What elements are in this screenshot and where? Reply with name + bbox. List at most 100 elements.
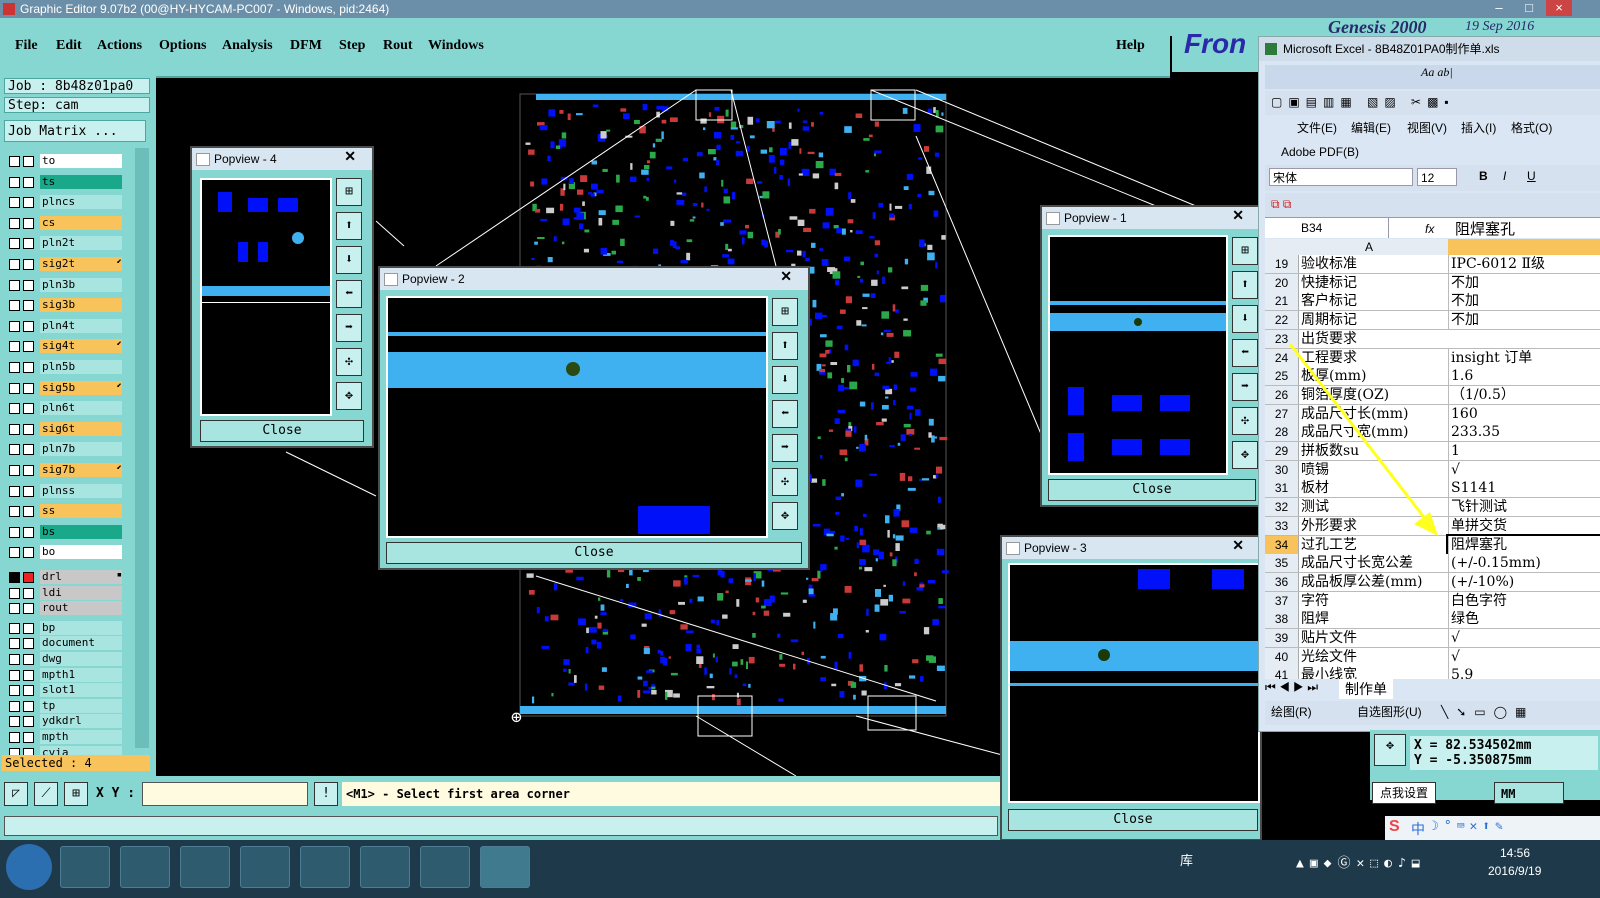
settings-tooltip[interactable]: 点我设置 <box>1372 782 1436 804</box>
pan-down-icon[interactable]: ⬇ <box>336 246 362 274</box>
layer-checkbox[interactable] <box>9 485 20 497</box>
layer-board-checkbox[interactable] <box>23 669 34 681</box>
layer-board-checkbox[interactable] <box>23 587 34 599</box>
layer-row-cs[interactable]: cs <box>7 215 123 230</box>
layer-row-pln6t[interactable]: pln6t <box>7 401 123 416</box>
layer-name[interactable]: sig4t <box>40 339 122 354</box>
popview-2-close-button[interactable]: Close <box>386 542 802 564</box>
row-number[interactable]: 37 <box>1265 591 1299 610</box>
fit-icon[interactable]: ✥ <box>772 502 798 530</box>
cell-b[interactable]: √ <box>1448 647 1600 666</box>
layer-checkbox[interactable] <box>9 320 20 332</box>
layer-row-sig2t[interactable]: sig2t ⬋ <box>7 257 123 271</box>
ime-tool-icons[interactable]: ☽°⌨✕⬆✎ <box>1431 819 1508 834</box>
menu-options[interactable]: Options <box>159 38 206 54</box>
popview-2-close-icon[interactable]: ✕ <box>780 268 792 285</box>
layer-row-slot1[interactable]: slot1 <box>7 683 123 698</box>
layer-name[interactable]: mpth <box>40 730 122 744</box>
layer-row-to[interactable]: to <box>7 154 123 168</box>
layer-row-pln3b[interactable]: pln3b <box>7 277 123 292</box>
layer-checkbox[interactable] <box>9 423 20 435</box>
zoom-in-icon[interactable]: ⊞ <box>772 298 798 326</box>
layer-board-checkbox[interactable] <box>23 279 34 291</box>
pan-up-icon[interactable]: ⬆ <box>336 212 362 240</box>
maximize-button[interactable]: □ <box>1516 0 1542 16</box>
popview-4-view[interactable] <box>200 178 332 416</box>
layer-checkbox[interactable] <box>9 465 20 476</box>
layer-name[interactable]: pln3b <box>40 277 122 292</box>
taskbar-excel-icon[interactable] <box>480 846 530 888</box>
layer-board-checkbox[interactable] <box>23 622 34 634</box>
layer-name[interactable]: tp <box>40 698 122 713</box>
layer-board-checkbox[interactable] <box>23 403 34 415</box>
layer-row-ldi[interactable]: ldi <box>7 585 123 600</box>
italic-button[interactable]: I <box>1503 165 1506 187</box>
layer-name[interactable]: ts <box>40 174 122 189</box>
job-matrix-button[interactable]: Job Matrix ... <box>4 120 146 142</box>
cell-a[interactable]: 字符 <box>1301 592 1446 610</box>
layer-name[interactable]: document <box>40 636 122 651</box>
cell-a[interactable]: 贴片文件 <box>1301 629 1446 647</box>
pan-down-icon[interactable]: ⬇ <box>1232 305 1258 333</box>
menu-help[interactable]: Help <box>1116 38 1145 54</box>
taskbar-calculator-icon[interactable] <box>300 846 350 888</box>
layer-checkbox[interactable] <box>9 176 20 188</box>
layer-checkbox[interactable] <box>9 279 20 291</box>
zoom-out-icon[interactable]: ✣ <box>772 468 798 496</box>
zoom-out-icon[interactable]: ✣ <box>1232 407 1258 435</box>
popview-1-close-button[interactable]: Close <box>1048 479 1256 501</box>
column-a-header[interactable]: A <box>1365 239 1373 255</box>
popview-1-view[interactable] <box>1048 235 1228 475</box>
layer-name[interactable]: pln5b <box>40 360 122 374</box>
sheet-nav-icons[interactable]: ⏮ ◀ ▶ ⏭ <box>1265 679 1318 695</box>
layer-row-plncs[interactable]: plncs <box>7 195 123 210</box>
layer-checkbox[interactable] <box>9 506 20 518</box>
pan-right-icon[interactable]: ➡ <box>1232 373 1258 401</box>
layer-row-drl[interactable]: drl ▪ <box>7 570 123 584</box>
excel-row[interactable]: 36 成品板厚公差(mm) (+/-10%) <box>1265 572 1600 592</box>
layer-board-checkbox[interactable] <box>23 300 34 312</box>
menu-file[interactable]: File <box>15 38 38 54</box>
layer-name[interactable]: plncs <box>40 195 122 210</box>
excel-menu-format[interactable]: 格式(O) <box>1511 117 1552 139</box>
pdf-convert-icon[interactable]: ⧉ ⧉ <box>1271 193 1291 215</box>
layer-checkbox[interactable] <box>9 638 20 650</box>
layer-checkbox[interactable] <box>9 603 20 615</box>
layer-checkbox[interactable] <box>9 716 20 728</box>
layer-checkbox[interactable] <box>9 547 20 559</box>
layer-checkbox[interactable] <box>9 685 20 697</box>
popview-1-close-icon[interactable]: ✕ <box>1232 207 1244 224</box>
layer-row-ydkdrl[interactable]: ydkdrl <box>7 714 123 729</box>
layer-row-pln5b[interactable]: pln5b <box>7 360 123 374</box>
xy-input[interactable] <box>142 782 308 806</box>
zoom-in-icon[interactable]: ⊞ <box>336 178 362 206</box>
function-icon[interactable]: fx <box>1425 218 1434 240</box>
excel-row[interactable]: 39 贴片文件 √ <box>1265 629 1600 648</box>
layer-row-rout[interactable]: rout <box>7 601 123 616</box>
excel-row[interactable]: 20 快捷标记 不加 <box>1265 273 1600 293</box>
popview-3-view[interactable] <box>1008 563 1260 803</box>
popview-2-view[interactable] <box>386 296 768 538</box>
menu-edit[interactable]: Edit <box>56 38 82 54</box>
taskbar-app-2-icon[interactable] <box>120 846 170 888</box>
layer-row-pln7b[interactable]: pln7b <box>7 442 123 457</box>
taskbar-shell-icon[interactable] <box>420 846 470 888</box>
fit-icon[interactable]: ✥ <box>1232 441 1258 469</box>
layer-board-checkbox[interactable] <box>23 485 34 497</box>
menu-rout[interactable]: Rout <box>383 38 413 54</box>
layer-row-bo[interactable]: bo <box>7 545 123 560</box>
row-number[interactable]: 19 <box>1265 255 1299 273</box>
layer-name[interactable]: rout <box>40 601 122 616</box>
layer-board-checkbox[interactable] <box>23 732 34 743</box>
layer-name[interactable]: ldi <box>40 585 122 600</box>
layer-checkbox[interactable] <box>9 669 20 681</box>
layer-name[interactable]: pln4t <box>40 318 122 333</box>
unit-select[interactable]: MM <box>1494 782 1564 804</box>
taskbar-app-4-icon[interactable] <box>240 846 290 888</box>
menu-windows[interactable]: Windows <box>428 38 484 54</box>
pan-up-icon[interactable]: ⬆ <box>772 332 798 360</box>
layer-checkbox[interactable] <box>9 382 20 394</box>
layer-board-checkbox[interactable] <box>23 259 34 270</box>
layer-row-sig4t[interactable]: sig4t ⬋ <box>7 339 123 354</box>
row-number[interactable]: 22 <box>1265 311 1299 330</box>
